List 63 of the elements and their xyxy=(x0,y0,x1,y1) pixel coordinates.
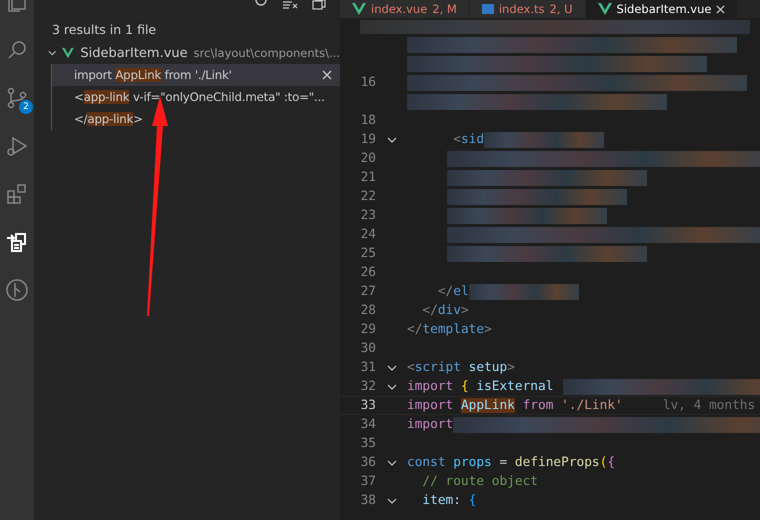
line-number: 38 xyxy=(360,493,376,508)
vue-file-icon xyxy=(598,3,612,15)
results-summary: 3 results in 1 file xyxy=(51,21,158,39)
line-number: 27 xyxy=(360,284,376,299)
code-line: item: { xyxy=(421,493,476,508)
vue-file-icon xyxy=(352,3,366,15)
code-line: </el xyxy=(436,284,469,299)
code-line: import AppLink from './Link' lv, 4 months xyxy=(407,398,756,413)
line-number: 35 xyxy=(360,436,376,451)
line-number: 23 xyxy=(360,208,376,223)
line-number: 28 xyxy=(360,303,376,318)
reference-result[interactable]: <app-link v-if="onlyOneChild.meta" :to="... xyxy=(52,86,340,108)
line-number: 33 xyxy=(360,398,376,413)
reference-result[interactable]: import AppLink from './Link' xyxy=(52,64,340,86)
file-name: SidebarItem.vue xyxy=(80,46,188,60)
line-number: 30 xyxy=(360,341,376,356)
code-line: </div> xyxy=(421,303,469,318)
run-debug-icon[interactable] xyxy=(5,134,29,158)
line-number: 37 xyxy=(360,474,376,489)
editor-tab[interactable]: index.vue 2, M xyxy=(340,0,470,18)
branch-icon[interactable] xyxy=(5,86,29,110)
typescript-file-icon xyxy=(482,4,494,14)
chevron-icon[interactable] xyxy=(48,48,56,58)
fold-chevron-icon[interactable] xyxy=(386,136,396,144)
line-number: 24 xyxy=(360,227,376,242)
code-line: <sid xyxy=(452,132,484,147)
extensions-icon[interactable] xyxy=(5,182,29,206)
close-icon[interactable] xyxy=(322,70,332,80)
notification-badge: 2 xyxy=(19,100,33,114)
line-number: 34 xyxy=(360,417,376,432)
collapse-icon[interactable] xyxy=(312,0,326,10)
line-number: 18 xyxy=(360,113,376,128)
line-number: 36 xyxy=(360,455,376,470)
code-line: <script setup> xyxy=(407,360,515,375)
git-graph-icon[interactable] xyxy=(5,278,29,302)
line-number: 31 xyxy=(360,360,376,375)
reference-result[interactable]: </app-link> xyxy=(52,108,340,130)
close-icon[interactable] xyxy=(716,4,726,14)
line-number: 26 xyxy=(360,265,376,280)
fold-chevron-icon[interactable] xyxy=(386,382,396,390)
code-line: import xyxy=(407,417,454,432)
line-number: 29 xyxy=(360,322,376,337)
line-number: 22 xyxy=(360,189,376,204)
file-path: src\layout\components\... xyxy=(194,46,340,60)
code-line: // route object xyxy=(421,474,538,489)
code-line: const props = defineProps({ xyxy=(407,455,616,470)
file-tree-item[interactable]: SidebarItem.vue src\layout\components\... xyxy=(34,42,340,64)
editor-tab[interactable]: index.ts 2, U xyxy=(470,0,586,18)
line-number: 32 xyxy=(360,379,376,394)
line-number: 21 xyxy=(360,170,376,185)
fold-chevron-icon[interactable] xyxy=(386,496,396,504)
clear-icon[interactable] xyxy=(282,0,298,10)
line-number: 16 xyxy=(360,75,376,90)
line-number: 20 xyxy=(360,151,376,166)
fold-chevron-icon[interactable] xyxy=(386,364,396,372)
fold-chevron-icon[interactable] xyxy=(386,458,396,466)
code-line: import { isExternal xyxy=(407,379,554,394)
vue-file-icon xyxy=(62,47,74,59)
line-number: 25 xyxy=(360,246,376,261)
code-line: </template> xyxy=(407,322,492,337)
line-number: 19 xyxy=(360,132,376,147)
editor-tab[interactable]: SidebarItem.vue xyxy=(586,0,738,18)
references-icon[interactable] xyxy=(5,230,29,254)
